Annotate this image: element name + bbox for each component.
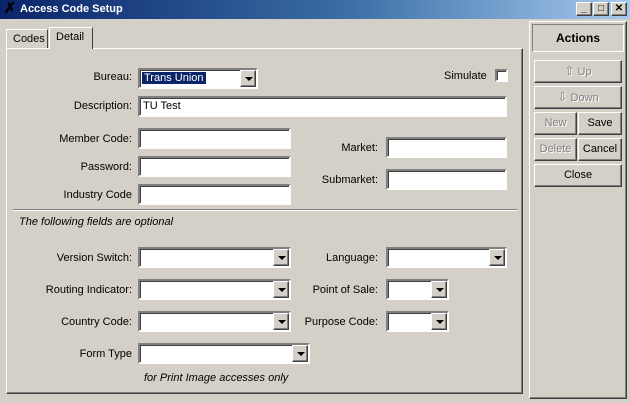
minimize-button[interactable]: _ — [576, 2, 592, 16]
password-field[interactable] — [138, 156, 291, 177]
chevron-down-icon[interactable] — [273, 281, 289, 298]
form-type-label: Form Type — [79, 348, 132, 360]
maximize-button[interactable]: □ — [593, 2, 609, 16]
tab-codes-label: Codes — [13, 33, 45, 45]
purpose-code-select[interactable] — [386, 311, 449, 332]
new-button[interactable]: New — [534, 112, 577, 135]
country-code-label: Country Code: — [61, 316, 132, 328]
down-button-label: Down — [570, 92, 599, 104]
purpose-code-label: Purpose Code: — [304, 316, 378, 328]
tab-detail-label: Detail — [56, 31, 85, 43]
member-code-field[interactable] — [138, 128, 291, 149]
member-code-label: Member Code: — [59, 133, 132, 145]
detail-panel: Bureau: Trans Union Simulate Description… — [6, 48, 523, 394]
form-type-select[interactable] — [138, 343, 310, 364]
description-label: Description: — [73, 100, 132, 112]
language-select[interactable] — [386, 247, 507, 268]
delete-button[interactable]: Delete — [534, 138, 577, 161]
simulate-checkbox[interactable] — [495, 69, 508, 82]
chevron-down-icon[interactable] — [431, 313, 447, 330]
tab-detail[interactable]: Detail — [49, 27, 93, 49]
chevron-down-icon[interactable] — [292, 345, 308, 362]
arrow-down-icon: ⇩ — [557, 90, 568, 104]
chevron-down-icon[interactable] — [489, 249, 505, 266]
market-field[interactable] — [386, 137, 507, 158]
chevron-down-icon[interactable] — [273, 313, 289, 330]
down-button[interactable]: ⇩ Down — [534, 86, 622, 109]
bureau-select[interactable]: Trans Union — [138, 68, 258, 89]
country-code-select[interactable] — [138, 311, 291, 332]
routing-indicator-select[interactable] — [138, 279, 291, 300]
submarket-label: Submarket: — [321, 174, 378, 186]
app-x-icon[interactable]: ✗ — [2, 1, 18, 17]
optional-fields-note: The following fields are optional — [19, 216, 174, 228]
market-label: Market: — [341, 142, 378, 154]
description-field[interactable]: TU Test — [138, 96, 507, 117]
bureau-selected-value: Trans Union — [142, 72, 206, 84]
cancel-button[interactable]: Cancel — [578, 138, 622, 161]
section-divider — [13, 209, 517, 211]
tab-codes[interactable]: Codes — [6, 29, 48, 49]
simulate-label: Simulate — [444, 70, 487, 82]
chevron-down-icon[interactable] — [240, 70, 256, 87]
version-switch-select[interactable] — [138, 247, 291, 268]
point-of-sale-label: Point of Sale: — [312, 284, 378, 296]
routing-indicator-label: Routing Indicator: — [45, 284, 132, 296]
actions-header: Actions — [532, 24, 624, 52]
window-title: Access Code Setup — [20, 3, 123, 15]
print-image-note: for Print Image accesses only — [144, 372, 289, 384]
bureau-label: Bureau: — [93, 71, 132, 83]
point-of-sale-select[interactable] — [386, 279, 449, 300]
password-label: Password: — [80, 161, 132, 173]
up-button-label: Up — [577, 66, 592, 78]
up-button[interactable]: ⇧ Up — [534, 60, 622, 83]
chevron-down-icon[interactable] — [273, 249, 289, 266]
chevron-down-icon[interactable] — [431, 281, 447, 298]
version-switch-label: Version Switch: — [56, 252, 132, 264]
title-bar: ✗ Access Code Setup _ □ ✕ — [0, 0, 630, 19]
industry-code-label: Industry Code — [63, 189, 132, 201]
close-window-button[interactable]: ✕ — [611, 2, 627, 16]
industry-code-field[interactable] — [138, 184, 291, 205]
arrow-up-icon: ⇧ — [564, 64, 575, 78]
save-button[interactable]: Save — [578, 112, 622, 135]
actions-panel: Actions ⇧ Up ⇩ Down New Save Delete Cancel… — [529, 21, 627, 399]
language-label: Language: — [326, 252, 378, 264]
close-button[interactable]: Close — [534, 164, 622, 187]
submarket-field[interactable] — [386, 169, 507, 190]
